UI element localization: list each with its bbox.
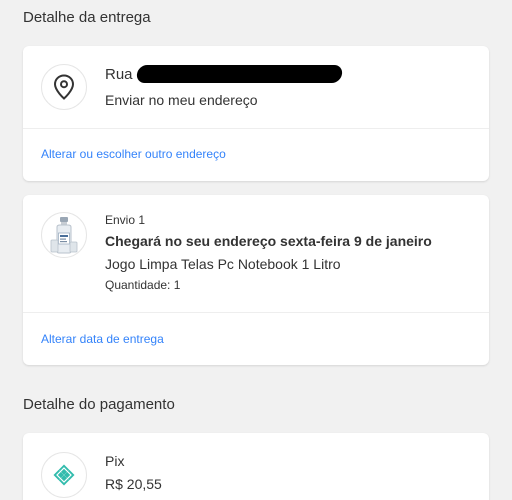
divider xyxy=(23,128,489,129)
product-thumbnail xyxy=(41,212,87,258)
payment-card: Pix R$ 20,55 xyxy=(23,433,489,500)
redacted-address xyxy=(135,65,343,83)
arrival-date: Chegará no seu endereço sexta-feira 9 de… xyxy=(105,233,432,249)
divider xyxy=(23,312,489,313)
change-address-link[interactable]: Alterar ou escolher outro endereço xyxy=(41,147,226,161)
shipment-label: Envio 1 xyxy=(105,213,146,227)
address-subtitle: Enviar no meu endereço xyxy=(105,92,258,108)
shipment-card: Envio 1 Chegará no seu endereço sexta-fe… xyxy=(23,195,489,365)
product-name: Jogo Limpa Telas Pc Notebook 1 Litro xyxy=(105,256,341,272)
product-quantity: Quantidade: 1 xyxy=(105,278,181,292)
payment-method: Pix xyxy=(105,453,125,469)
delivery-section-title: Detalhe da entrega xyxy=(23,9,151,26)
location-pin-icon xyxy=(41,64,87,110)
pix-icon xyxy=(41,452,87,498)
payment-section-title: Detalhe do pagamento xyxy=(23,396,175,413)
payment-amount: R$ 20,55 xyxy=(105,476,162,492)
address-line: Rua xyxy=(105,65,473,83)
change-delivery-date-link[interactable]: Alterar data de entrega xyxy=(41,332,164,346)
address-street-prefix: Rua xyxy=(105,65,133,83)
address-card: Rua Enviar no meu endereço Alterar ou es… xyxy=(23,46,489,181)
